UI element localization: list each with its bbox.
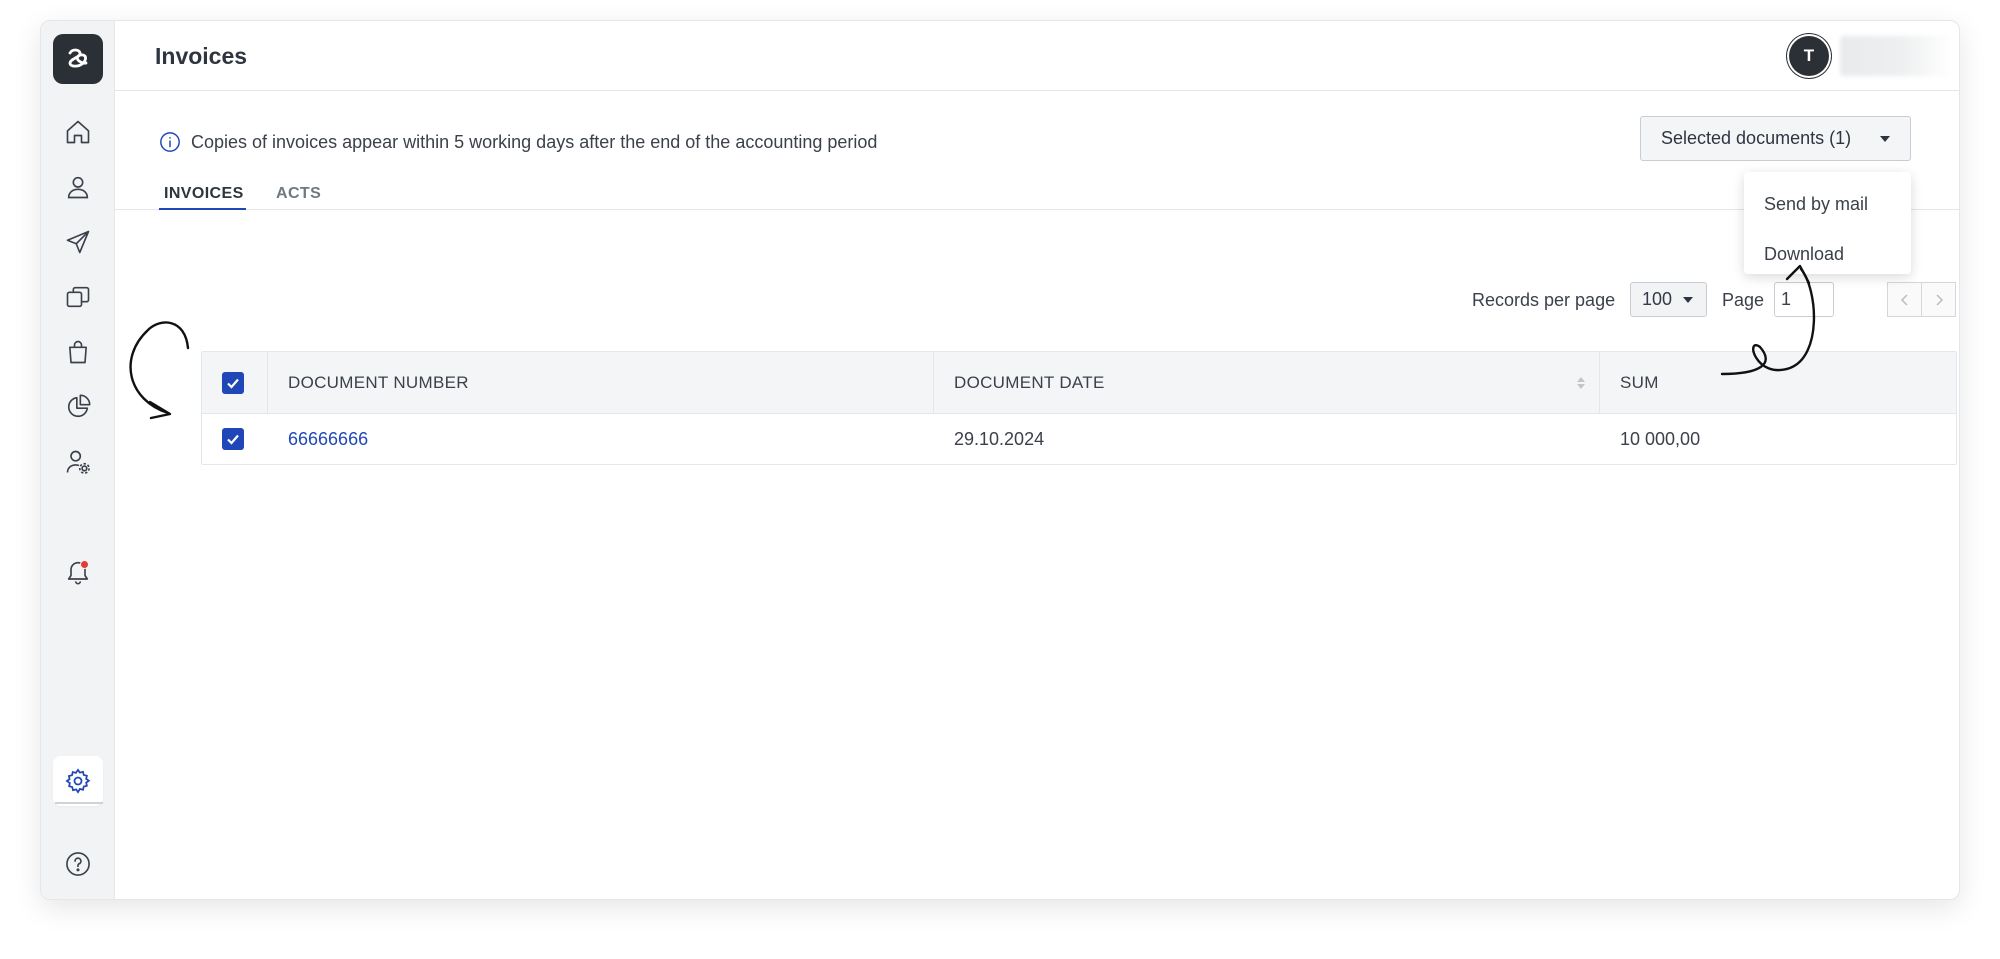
cell-sum: 10 000,00 <box>1620 428 1701 449</box>
pie-chart-icon <box>68 394 91 417</box>
help-icon <box>66 852 90 876</box>
sidebar-item-settings[interactable] <box>53 756 103 806</box>
sidebar-item-profile[interactable] <box>58 167 98 207</box>
column-header-document-number[interactable]: DOCUMENT NUMBER <box>288 352 469 413</box>
chevron-down-icon <box>1683 297 1693 303</box>
app-window: Invoices T Copies of invoices appear wit… <box>40 20 1960 900</box>
page-number-input[interactable] <box>1774 282 1834 317</box>
notification-dot <box>80 560 89 569</box>
documents-table: DOCUMENT NUMBER DOCUMENT DATE SUM 666666… <box>201 351 1957 465</box>
selected-documents-label: Selected documents (1) <box>1661 128 1852 148</box>
avatar[interactable]: T <box>1789 36 1829 76</box>
user-icon <box>67 176 89 199</box>
records-per-page-label: Records per page <box>1472 290 1616 310</box>
chevron-down-icon <box>1880 136 1890 142</box>
sidebar-item-send[interactable] <box>58 222 98 262</box>
info-banner: Copies of invoices appear within 5 worki… <box>159 131 877 153</box>
top-header: Invoices T <box>115 21 1959 91</box>
column-divider <box>933 352 934 413</box>
page-label: Page <box>1722 290 1765 310</box>
chevron-right-icon <box>1935 293 1943 306</box>
sidebar-item-user-settings[interactable] <box>58 442 98 482</box>
app-logo[interactable] <box>53 34 103 84</box>
menu-item-send-by-mail[interactable]: Send by mail <box>1764 194 1868 215</box>
select-all-checkbox[interactable] <box>222 372 244 394</box>
checkmark-icon <box>227 434 239 445</box>
send-icon <box>66 230 90 254</box>
records-per-page-select[interactable]: 100 <box>1630 282 1707 317</box>
sidebar-item-help[interactable] <box>58 844 98 884</box>
document-number-link[interactable]: 66666666 <box>288 429 368 450</box>
shopping-bag-icon <box>69 340 87 364</box>
prev-page-button[interactable] <box>1887 282 1922 317</box>
sidebar-item-shop[interactable] <box>58 332 98 372</box>
column-divider <box>1599 352 1600 413</box>
column-header-document-date[interactable]: DOCUMENT DATE <box>954 352 1594 413</box>
row-checkbox[interactable] <box>222 428 244 450</box>
logo-icon <box>68 48 88 68</box>
user-settings-icon <box>66 450 90 474</box>
column-divider <box>267 352 268 413</box>
column-header-sum[interactable]: SUM <box>1620 352 1659 413</box>
active-tab-indicator <box>159 208 246 210</box>
sidebar <box>41 21 115 899</box>
sidebar-item-notifications[interactable] <box>58 552 98 592</box>
menu-item-download[interactable]: Download <box>1764 244 1844 265</box>
checkmark-icon <box>227 378 239 389</box>
tab-acts[interactable]: ACTS <box>276 185 321 203</box>
sidebar-divider <box>55 802 103 804</box>
tabs: INVOICES ACTS <box>159 185 1959 211</box>
copy-icon <box>66 286 90 308</box>
sidebar-item-reports[interactable] <box>58 387 98 427</box>
sidebar-item-documents[interactable] <box>58 277 98 317</box>
gear-icon <box>65 768 91 794</box>
info-icon <box>160 132 180 152</box>
home-icon <box>66 120 90 144</box>
selected-documents-button[interactable]: Selected documents (1) <box>1640 116 1911 161</box>
tabs-divider <box>115 209 1959 210</box>
main-content: Copies of invoices appear within 5 worki… <box>115 91 1959 899</box>
table-row: 66666666 29.10.2024 10 000,00 <box>202 414 1956 464</box>
column-header-document-date-label: DOCUMENT DATE <box>954 372 1105 392</box>
info-text: Copies of invoices appear within 5 worki… <box>191 131 878 152</box>
page-title: Invoices <box>155 43 248 69</box>
selected-documents-menu: Send by mail Download <box>1744 172 1911 274</box>
next-page-button[interactable] <box>1921 282 1956 317</box>
user-name-redacted <box>1840 36 1952 76</box>
sort-icon[interactable] <box>1576 376 1586 390</box>
tab-invoices[interactable]: INVOICES <box>164 185 244 203</box>
sidebar-item-home[interactable] <box>58 112 98 152</box>
records-per-page-value: 100 <box>1642 289 1673 309</box>
cell-document-number: 66666666 <box>288 414 368 464</box>
chevron-left-icon <box>1900 293 1908 306</box>
table-header-row: DOCUMENT NUMBER DOCUMENT DATE SUM <box>202 352 1956 414</box>
cell-document-date: 29.10.2024 <box>954 428 1045 449</box>
